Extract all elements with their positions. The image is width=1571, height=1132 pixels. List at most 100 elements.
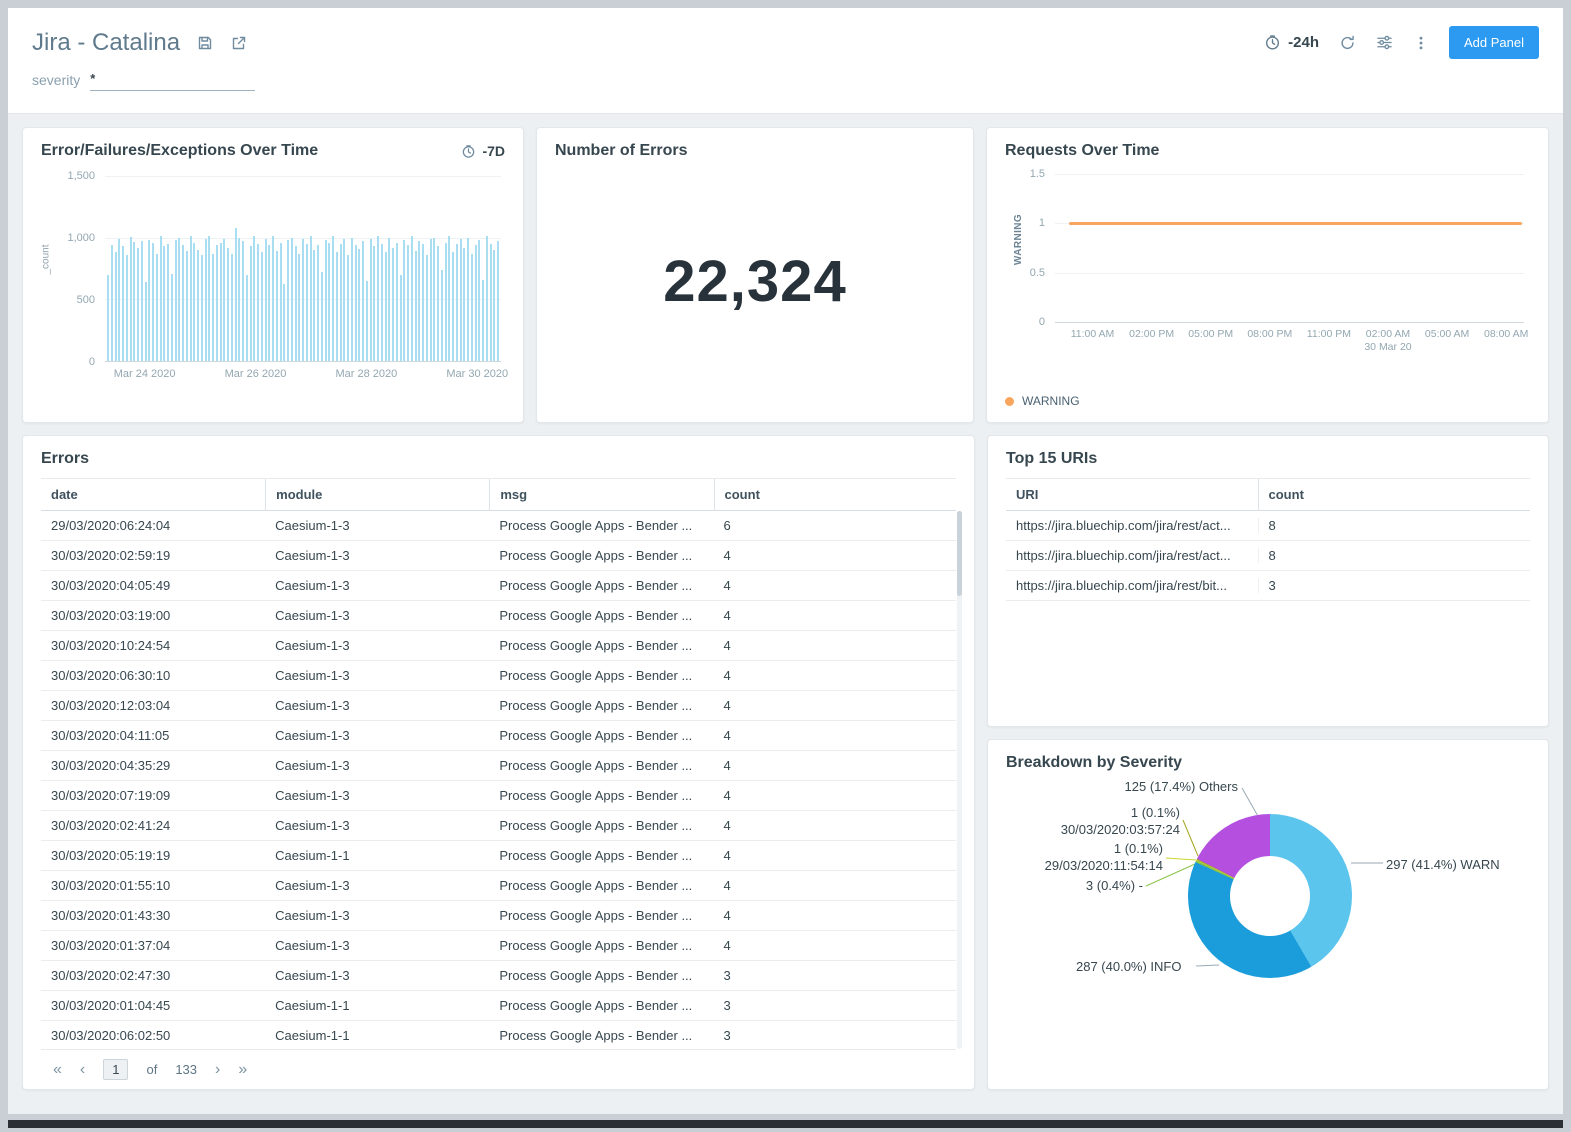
bar (400, 275, 402, 361)
bar (276, 251, 278, 361)
column-header-count[interactable]: count (1258, 479, 1530, 510)
table-scrollbar[interactable] (957, 511, 962, 1049)
errors-table-row[interactable]: 29/03/2020:06:24:04Caesium-1-3Process Go… (41, 511, 956, 541)
bar (336, 252, 338, 361)
slice-label-warn: 297 (41.4%) WARN (1386, 856, 1500, 873)
column-header-module[interactable]: module (265, 479, 489, 510)
requests-line-chart: WARNING 1.5 1 0.5 0 11:00 AM 02:00 PM (1005, 168, 1530, 360)
legend-warning-label: WARNING (1022, 394, 1080, 408)
y-tick: 0.5 (1005, 267, 1045, 279)
bar (448, 236, 450, 361)
errors-table-row[interactable]: 30/03/2020:05:19:19Caesium-1-1Process Go… (41, 841, 956, 871)
errors-table-row[interactable]: 30/03/2020:04:35:29Caesium-1-3Process Go… (41, 751, 956, 781)
errors-table-row[interactable]: 30/03/2020:10:24:54Caesium-1-3Process Go… (41, 631, 956, 661)
errors-table-row[interactable]: 30/03/2020:01:04:45Caesium-1-1Process Go… (41, 991, 956, 1021)
bar (242, 241, 244, 361)
bar (130, 237, 132, 361)
bar (445, 243, 447, 361)
bar (437, 246, 439, 361)
kebab-menu-icon[interactable] (1413, 35, 1429, 51)
column-header-date[interactable]: date (41, 479, 265, 510)
chart-legend[interactable]: WARNING (1005, 394, 1530, 408)
column-header-count[interactable]: count (714, 479, 956, 510)
bar (426, 255, 428, 361)
panel-top-uris: Top 15 URIs URI count https://jira.bluec… (987, 435, 1549, 727)
cell-count: 6 (714, 518, 956, 533)
dashboard-time-range[interactable]: -24h (1264, 34, 1319, 51)
cell-module: Caesium-1-1 (265, 1028, 489, 1043)
x-tick: Mar 24 2020 (114, 368, 176, 380)
cell-date: 30/03/2020:05:19:19 (41, 848, 265, 863)
cell-count: 4 (714, 758, 956, 773)
errors-table-row[interactable]: 30/03/2020:03:19:00Caesium-1-3Process Go… (41, 601, 956, 631)
errors-table-row[interactable]: 30/03/2020:01:55:10Caesium-1-3Process Go… (41, 871, 956, 901)
errors-table-row[interactable]: 30/03/2020:02:41:24Caesium-1-3Process Go… (41, 811, 956, 841)
errors-table-row[interactable]: 30/03/2020:12:03:04Caesium-1-3Process Go… (41, 691, 956, 721)
panel-title: Error/Failures/Exceptions Over Time (41, 142, 318, 160)
errors-bars (105, 176, 501, 361)
bar (332, 236, 334, 361)
cell-msg: Process Google Apps - Bender ... (489, 848, 713, 863)
column-header-msg[interactable]: msg (489, 479, 713, 510)
bar (280, 243, 282, 361)
bar (246, 275, 248, 361)
filter-settings-icon[interactable] (1376, 34, 1393, 51)
dashboard-app: Jira - Catalina -24h (8, 8, 1563, 1114)
x-axis-date-label: 30 Mar 20 (1364, 341, 1411, 353)
cell-module: Caesium-1-3 (265, 668, 489, 683)
cell-count: 4 (714, 908, 956, 923)
panel-time-range[interactable]: -7D (461, 143, 505, 159)
bar (145, 282, 147, 361)
y-tick: 1,000 (41, 232, 95, 244)
refresh-icon[interactable] (1339, 34, 1356, 51)
uri-table-row[interactable]: https://jira.bluechip.com/jira/rest/act.… (1006, 541, 1530, 571)
bar (261, 252, 263, 361)
current-page-input[interactable]: 1 (103, 1059, 128, 1080)
save-icon[interactable] (196, 34, 214, 52)
uri-table-row[interactable]: https://jira.bluechip.com/jira/rest/bit.… (1006, 571, 1530, 601)
errors-table-row[interactable]: 30/03/2020:01:43:30Caesium-1-3Process Go… (41, 901, 956, 931)
cell-module: Caesium-1-3 (265, 968, 489, 983)
bar (223, 239, 225, 361)
column-header-uri[interactable]: URI (1006, 479, 1258, 510)
cell-module: Caesium-1-3 (265, 638, 489, 653)
cell-module: Caesium-1-3 (265, 788, 489, 803)
cell-count: 4 (714, 578, 956, 593)
bar (250, 246, 252, 361)
bar-chart-plot (105, 176, 501, 362)
cell-msg: Process Google Apps - Bender ... (489, 578, 713, 593)
errors-table-row[interactable]: 30/03/2020:06:02:50Caesium-1-1Process Go… (41, 1021, 956, 1049)
cell-module: Caesium-1-3 (265, 548, 489, 563)
uri-table-row[interactable]: https://jira.bluechip.com/jira/rest/act.… (1006, 511, 1530, 541)
panel-errors-over-time: Error/Failures/Exceptions Over Time -7D … (22, 127, 524, 423)
errors-table-row[interactable]: 30/03/2020:06:30:10Caesium-1-3Process Go… (41, 661, 956, 691)
errors-table-row[interactable]: 30/03/2020:04:11:05Caesium-1-3Process Go… (41, 721, 956, 751)
severity-donut[interactable] (1188, 814, 1352, 978)
cell-msg: Process Google Apps - Bender ... (489, 668, 713, 683)
errors-table-row[interactable]: 30/03/2020:07:19:09Caesium-1-3Process Go… (41, 781, 956, 811)
bar (321, 272, 323, 361)
errors-table-row[interactable]: 30/03/2020:04:05:49Caesium-1-3Process Go… (41, 571, 956, 601)
error-count-value: 22,324 (555, 248, 955, 315)
bar (362, 241, 364, 361)
scrollbar-thumb[interactable] (957, 511, 962, 596)
errors-table-row[interactable]: 30/03/2020:02:47:30Caesium-1-3Process Go… (41, 961, 956, 991)
first-page-button[interactable]: « (53, 1062, 62, 1078)
cell-module: Caesium-1-3 (265, 758, 489, 773)
bar (212, 254, 214, 361)
cell-count: 4 (714, 938, 956, 953)
errors-table-row[interactable]: 30/03/2020:01:37:04Caesium-1-3Process Go… (41, 931, 956, 961)
add-panel-button[interactable]: Add Panel (1449, 26, 1539, 59)
total-pages: 133 (175, 1062, 197, 1077)
last-page-button[interactable]: » (238, 1062, 247, 1078)
top-right-controls: -24h Add Panel (1264, 26, 1539, 59)
export-icon[interactable] (230, 34, 248, 52)
errors-table-row[interactable]: 30/03/2020:02:59:19Caesium-1-3Process Go… (41, 541, 956, 571)
next-page-button[interactable]: › (215, 1062, 220, 1078)
bar (471, 254, 473, 361)
severity-filter-input[interactable] (90, 69, 255, 91)
x-tick: 08:00 AM (1484, 328, 1528, 340)
bar (118, 239, 120, 361)
prev-page-button[interactable]: ‹ (80, 1062, 85, 1078)
title-actions (196, 34, 248, 52)
